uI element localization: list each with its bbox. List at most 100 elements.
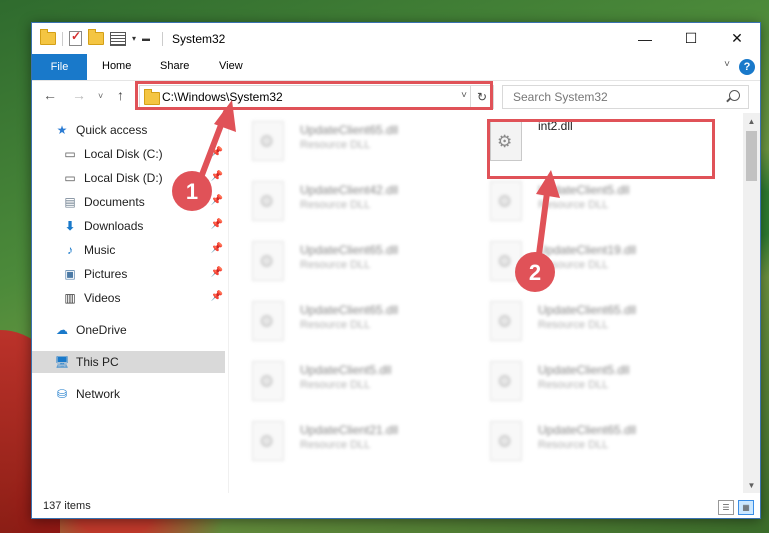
drive-icon: ▭	[64, 171, 76, 185]
quick-access-toolbar: ▾ ▬	[40, 29, 150, 46]
dll-file-icon	[490, 181, 522, 221]
vertical-scrollbar[interactable]: ▲ ▼	[743, 113, 760, 493]
scroll-down-icon[interactable]: ▼	[743, 477, 760, 493]
sidebar-item-music[interactable]: ♪ Music 📌	[62, 239, 225, 261]
sidebar-item-network[interactable]: ⛁ Network	[54, 383, 225, 405]
address-bar[interactable]: C:\Windows\System32 ˅ ↻	[139, 85, 494, 109]
properties-check-icon[interactable]	[69, 29, 82, 46]
file-explorer-window: ▾ ▬ System32 — ☐ ✕ File Home Share View …	[31, 22, 761, 519]
pin-icon[interactable]: 📌	[211, 291, 223, 302]
customize-toolbar-icon[interactable]: ▬	[142, 34, 150, 43]
dll-file-icon	[490, 241, 522, 281]
dll-file-icon	[252, 361, 284, 401]
back-arrow-icon[interactable]: ←	[43, 87, 57, 103]
pictures-icon: ▣	[64, 267, 76, 281]
sidebar-item-label: Network	[76, 387, 121, 401]
sidebar-item-label: Quick access	[76, 123, 148, 137]
file-type: Resource DLL	[538, 379, 609, 391]
sidebar-item-label: Downloads	[84, 219, 144, 233]
sidebar-item-pictures[interactable]: ▣ Pictures 📌	[62, 263, 225, 285]
pin-icon[interactable]: 📌	[211, 219, 223, 230]
pin-icon[interactable]: 📌	[211, 267, 223, 278]
list-item[interactable]: UpdateClient65.dll Resource DLL	[230, 293, 460, 345]
sidebar-item-label: This PC	[76, 355, 119, 369]
target-file-int2-dll[interactable]: int2.dll	[468, 113, 698, 165]
sidebar-item-label: Videos	[84, 291, 121, 305]
list-item[interactable]: UpdateClient65.dll Resource DLL	[468, 413, 698, 465]
item-count: 137 items	[43, 500, 91, 512]
file-type: Resource DLL	[300, 139, 371, 151]
search-box[interactable]	[502, 85, 749, 109]
title-bar: ▾ ▬ System32 — ☐ ✕	[32, 23, 760, 54]
tab-home[interactable]: Home	[102, 60, 131, 72]
tab-file[interactable]: File	[32, 54, 87, 80]
status-bar: 137 items ☰ ▦	[32, 496, 760, 518]
details-view-icon[interactable]: ☰	[718, 500, 734, 515]
properties-icon[interactable]	[110, 31, 126, 46]
tab-view[interactable]: View	[219, 60, 243, 72]
list-item[interactable]: UpdateClient21.dll Resource DLL	[230, 413, 460, 465]
address-path[interactable]: C:\Windows\System32	[162, 90, 283, 104]
sidebar-item-documents[interactable]: ▤ Documents 📌	[62, 191, 225, 213]
pin-icon[interactable]: 📌	[211, 171, 223, 182]
file-type: Resource DLL	[300, 319, 371, 331]
window-controls: — ☐ ✕	[622, 23, 760, 54]
sidebar-item-quick-access[interactable]: ★ Quick access	[54, 119, 225, 141]
toolbar-separator	[62, 31, 63, 46]
recent-locations-icon[interactable]: ˅	[98, 91, 103, 101]
maximize-button[interactable]: ☐	[668, 23, 714, 54]
refresh-icon[interactable]: ↻	[470, 86, 493, 108]
pin-icon[interactable]: 📌	[211, 243, 223, 254]
dll-file-icon	[252, 421, 284, 461]
sidebar-item-label: OneDrive	[76, 323, 127, 337]
close-button[interactable]: ✕	[714, 23, 760, 54]
expand-ribbon-icon[interactable]: ˅	[724, 59, 730, 70]
new-folder-icon[interactable]	[88, 29, 104, 45]
file-type: Resource DLL	[538, 259, 609, 271]
file-type: Resource DLL	[300, 439, 371, 451]
chevron-down-icon[interactable]: ▾	[132, 34, 136, 43]
list-item[interactable]: UpdateClient42.dll Resource DLL	[230, 173, 460, 225]
dll-file-icon	[252, 181, 284, 221]
help-icon[interactable]: ?	[739, 59, 755, 75]
sidebar-item-local-disk-c[interactable]: ▭ Local Disk (C:) 📌	[62, 143, 225, 165]
file-type: Resource DLL	[538, 199, 609, 211]
search-input[interactable]	[511, 89, 715, 105]
list-item[interactable]: UpdateClient65.dll Resource DLL	[230, 233, 460, 285]
sidebar-item-label: Documents	[84, 195, 145, 209]
sidebar-item-label: Local Disk (D:)	[84, 171, 163, 185]
file-type: Resource DLL	[300, 259, 371, 271]
file-name: int2.dll	[538, 119, 573, 133]
list-item[interactable]: UpdateClient65.dll Resource DLL	[230, 113, 460, 165]
scroll-up-icon[interactable]: ▲	[743, 113, 760, 129]
list-item[interactable]: UpdateClient65.dll Resource DLL	[468, 293, 698, 345]
sidebar-item-videos[interactable]: ▥ Videos 📌	[62, 287, 225, 309]
navigation-pane: ★ Quick access ▭ Local Disk (C:) 📌 ▭ Loc…	[32, 119, 227, 499]
file-name: UpdateClient65.dll	[300, 303, 399, 317]
list-item[interactable]: UpdateClient19.dll Resource DLL	[468, 233, 698, 285]
dll-file-icon	[490, 361, 522, 401]
minimize-button[interactable]: —	[622, 23, 668, 54]
sidebar-item-downloads[interactable]: ⬇ Downloads 📌	[62, 215, 225, 237]
sidebar-item-label: Music	[84, 243, 116, 257]
pin-icon[interactable]: 📌	[211, 147, 223, 158]
search-icon[interactable]	[729, 90, 740, 101]
list-item[interactable]: UpdateClient5.dll Resource DLL	[230, 353, 460, 405]
documents-icon: ▤	[64, 195, 76, 209]
forward-arrow-icon[interactable]: →	[72, 87, 86, 103]
sidebar-item-label: Local Disk (C:)	[84, 147, 163, 161]
chevron-down-icon[interactable]: ˅	[461, 90, 467, 101]
tab-share[interactable]: Share	[160, 60, 189, 72]
sidebar-item-onedrive[interactable]: ☁ OneDrive	[54, 319, 225, 341]
list-item[interactable]: UpdateClient5.dll Resource DLL	[468, 353, 698, 405]
cloud-icon: ☁	[56, 323, 68, 337]
list-item[interactable]: UpdateClient5.dll Resource DLL	[468, 173, 698, 225]
tiles-view-icon[interactable]: ▦	[738, 500, 754, 515]
scrollbar-thumb[interactable]	[746, 131, 757, 181]
sidebar-item-this-pc[interactable]: 🖥 This PC	[32, 351, 225, 373]
dll-file-icon	[490, 421, 522, 461]
pin-icon[interactable]: 📌	[211, 195, 223, 206]
sidebar-item-local-disk-d[interactable]: ▭ Local Disk (D:) 📌	[62, 167, 225, 189]
file-type: Resource DLL	[300, 199, 371, 211]
up-arrow-icon[interactable]: ↑	[117, 87, 124, 103]
